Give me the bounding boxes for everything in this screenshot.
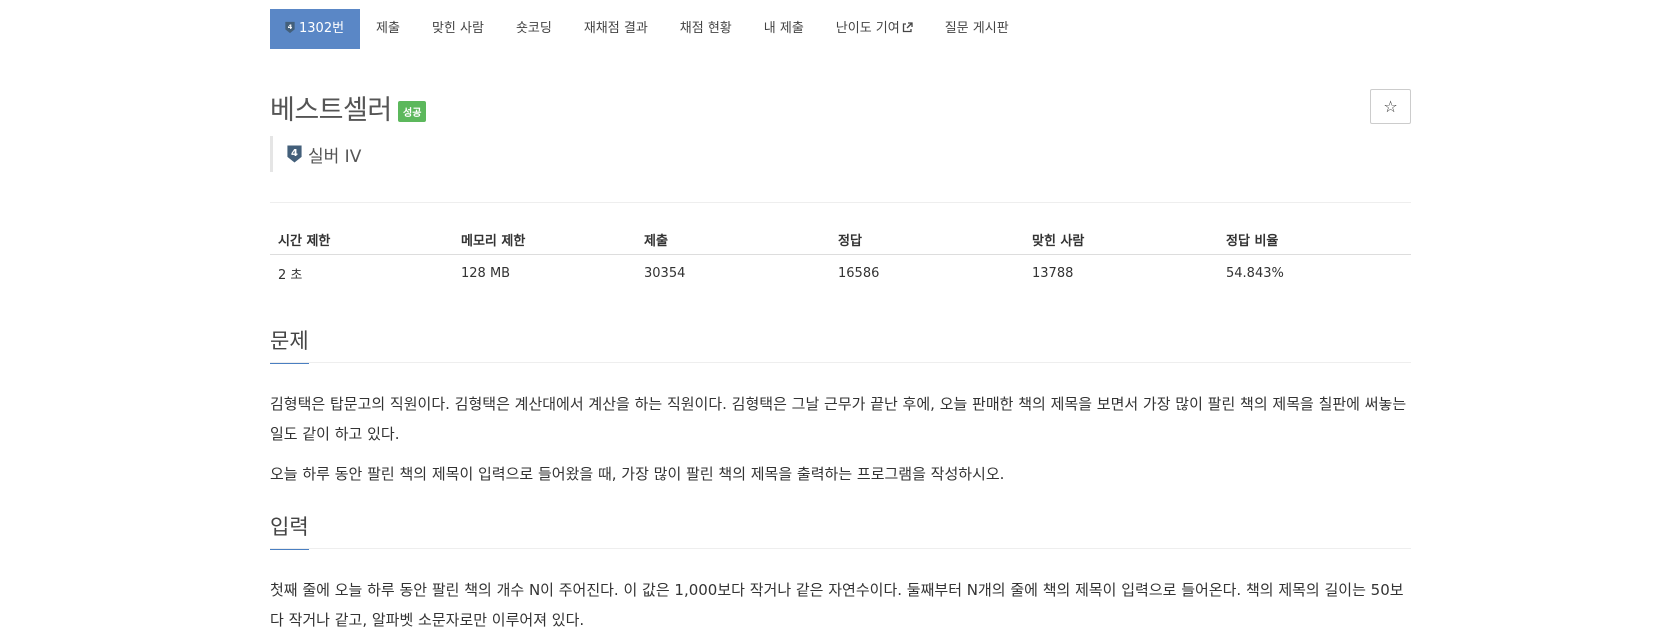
section-heading-text: 입력 bbox=[270, 515, 309, 539]
problem-description: 오늘 하루 동안 팔린 책의 제목이 입력으로 들어왔을 때, 가장 많이 팔린… bbox=[270, 465, 1005, 483]
tab-label: 1302번 bbox=[299, 21, 345, 36]
tab-question-board[interactable]: 질문 게시판 bbox=[929, 9, 1025, 49]
time-limit-value: 2 초 bbox=[278, 267, 303, 283]
silver-tier-icon: 4 bbox=[287, 145, 302, 163]
tab-difficulty-contribution[interactable]: 난이도 기여 bbox=[820, 9, 929, 49]
tab-label: 맞힌 사람 bbox=[431, 21, 484, 36]
tab-problem[interactable]: 4 1302번 bbox=[270, 9, 361, 49]
page-title: 베스트셀러 bbox=[270, 95, 392, 126]
svg-text:4: 4 bbox=[291, 148, 298, 159]
tab-solved-users[interactable]: 맞힌 사람 bbox=[416, 9, 500, 49]
problem-tier: 4 실버 IV bbox=[270, 136, 361, 172]
favorite-button[interactable]: ☆ bbox=[1370, 89, 1411, 124]
tab-my-submissions[interactable]: 내 제출 bbox=[748, 9, 820, 49]
accept-ratio-value: 54.843% bbox=[1226, 265, 1284, 281]
tab-short-coding[interactable]: 숏코딩 bbox=[500, 9, 568, 49]
divider bbox=[270, 362, 1411, 363]
table-header-row: 시간 제한 메모리 제한 제출 정답 맞힌 사람 정답 비율 bbox=[270, 224, 1411, 255]
accepted-value: 16586 bbox=[838, 265, 880, 281]
section-heading-text: 문제 bbox=[270, 329, 309, 353]
external-link-icon bbox=[902, 22, 913, 33]
problem-header: 베스트셀러 성공 ☆ bbox=[270, 88, 1411, 128]
tab-label: 제출 bbox=[376, 21, 400, 36]
header-accepted: 정답 bbox=[830, 224, 1024, 255]
svg-text:4: 4 bbox=[288, 23, 293, 31]
problem-nav: 4 1302번 제출 맞힌 사람 숏코딩 재채점 결과 채점 현황 내 제출 난… bbox=[270, 9, 1411, 57]
table-row: 2 초 128 MB 30354 16586 13788 54.843% bbox=[270, 255, 1411, 292]
section-heading-problem: 문제 bbox=[270, 325, 309, 364]
tab-label: 숏코딩 bbox=[515, 21, 552, 36]
header-accept-ratio: 정답 비율 bbox=[1218, 224, 1411, 255]
divider bbox=[270, 548, 1411, 549]
input-description: 첫째 줄에 오늘 하루 동안 팔린 책의 개수 N이 주어진다. 이 값은 1,… bbox=[270, 581, 1404, 629]
tab-judge-status[interactable]: 채점 현황 bbox=[664, 9, 748, 49]
status-badge: 성공 bbox=[398, 101, 427, 122]
tab-submit[interactable]: 제출 bbox=[360, 9, 416, 49]
problem-info-table: 시간 제한 메모리 제한 제출 정답 맞힌 사람 정답 비율 2 초 128 M… bbox=[270, 224, 1411, 291]
header-submissions: 제출 bbox=[636, 224, 830, 255]
tab-label: 난이도 기여 bbox=[835, 21, 900, 36]
header-solved-users: 맞힌 사람 bbox=[1024, 224, 1218, 255]
silver-tier-icon: 4 bbox=[285, 21, 295, 34]
star-icon: ☆ bbox=[1383, 97, 1398, 116]
tab-label: 재채점 결과 bbox=[583, 21, 648, 36]
solved-users-value: 13788 bbox=[1032, 265, 1074, 281]
tab-label: 채점 현황 bbox=[679, 21, 732, 36]
problem-container: 4 1302번 제출 맞힌 사람 숏코딩 재채점 결과 채점 현황 내 제출 난… bbox=[270, 0, 1411, 629]
memory-limit-value: 128 MB bbox=[461, 265, 511, 281]
header-time-limit: 시간 제한 bbox=[270, 224, 453, 255]
header-memory-limit: 메모리 제한 bbox=[453, 224, 636, 255]
section-heading-input: 입력 bbox=[270, 511, 309, 550]
submissions-value: 30354 bbox=[644, 265, 686, 281]
page: 4 1302번 제출 맞힌 사람 숏코딩 재채점 결과 채점 현황 내 제출 난… bbox=[0, 0, 1680, 633]
tier-label: 실버 IV bbox=[308, 146, 362, 167]
tab-rejudge-results[interactable]: 재채점 결과 bbox=[568, 9, 664, 49]
tab-label: 질문 게시판 bbox=[944, 21, 1009, 36]
problem-description: 김형택은 탑문고의 직원이다. 김형택은 계산대에서 계산을 하는 직원이다. … bbox=[270, 395, 1407, 443]
tab-label: 내 제출 bbox=[763, 21, 804, 36]
divider bbox=[270, 202, 1411, 203]
